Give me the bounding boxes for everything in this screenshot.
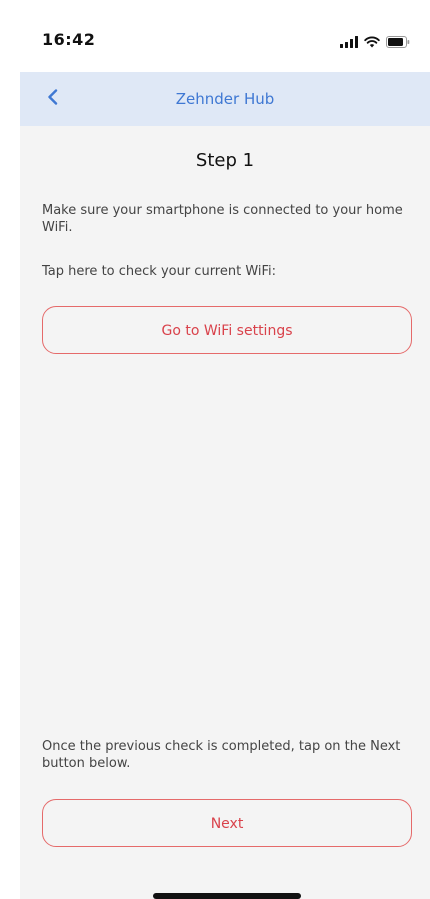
instruction-check-wifi: Tap here to check your current WiFi: bbox=[42, 264, 277, 279]
status-bar: 16:42 bbox=[0, 0, 430, 72]
battery-icon bbox=[386, 33, 410, 52]
instruction-connect-wifi: Make sure your smartphone is connected t… bbox=[42, 203, 403, 235]
nav-title: Zehnder Hub bbox=[175, 90, 275, 108]
instruction-next-step: Once the previous check is completed, ta… bbox=[42, 739, 401, 771]
status-icons bbox=[340, 33, 410, 52]
back-button[interactable] bbox=[40, 86, 66, 112]
content-area: Step 1 Make sure your smartphone is conn… bbox=[20, 126, 430, 899]
status-time: 16:42 bbox=[42, 30, 96, 49]
home-indicator bbox=[153, 893, 301, 899]
navigation-bar: Zehnder Hub bbox=[20, 72, 430, 126]
cellular-signal-icon bbox=[340, 33, 358, 52]
go-to-wifi-settings-button[interactable]: Go to WiFi settings bbox=[42, 306, 412, 354]
wifi-icon bbox=[364, 33, 380, 52]
next-button[interactable]: Next bbox=[42, 799, 412, 847]
chevron-left-icon bbox=[47, 89, 59, 109]
app-screen: 16:42 Zehnder Hub Step 1 Make sure your … bbox=[0, 0, 430, 899]
step-title: Step 1 bbox=[195, 150, 255, 171]
